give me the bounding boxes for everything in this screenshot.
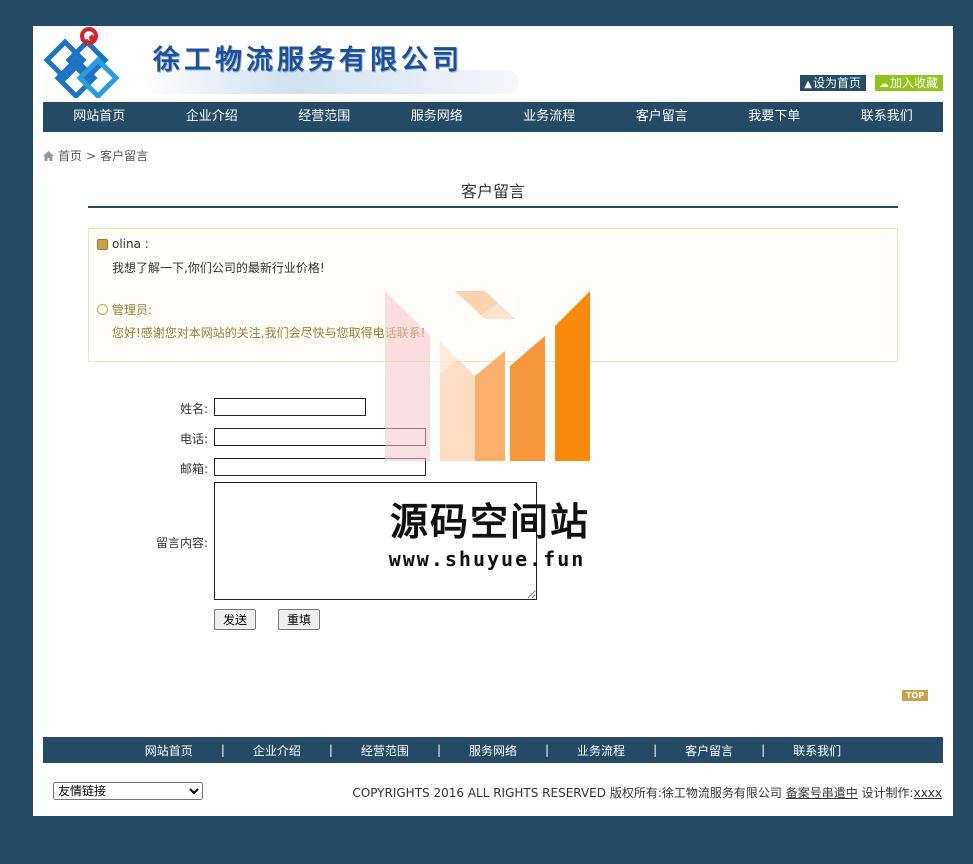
footer-nav-scope[interactable]: 经营范围	[361, 742, 409, 759]
nav-item-process[interactable]: 业务流程	[493, 102, 606, 132]
breadcrumb: 首页 > 客户留言	[43, 147, 148, 164]
admin-badge-icon	[97, 304, 108, 315]
name-input[interactable]	[214, 398, 366, 416]
email-label: 邮箱:	[179, 462, 208, 476]
nav-item-guestbook[interactable]: 客户留言	[606, 102, 719, 132]
footer-nav-process[interactable]: 业务流程	[577, 742, 625, 759]
site-logo[interactable]: 徐工物流服务有限公司	[43, 26, 519, 98]
name-label: 姓名:	[179, 402, 208, 416]
footer-nav: 网站首页 | 企业介绍 | 经营范围 | 服务网络 | 业务流程 | 客户留言 …	[43, 737, 943, 763]
message-admin-name: 管理员:	[112, 303, 153, 317]
phone-label: 电话:	[179, 432, 208, 446]
design-link[interactable]: xxxx	[914, 786, 942, 800]
footer-nav-guestbook[interactable]: 客户留言	[685, 742, 733, 759]
reset-button[interactable]: 重填	[278, 609, 321, 630]
footer-nav-separator: |	[653, 743, 658, 757]
set-home-label: 设为首页	[812, 76, 861, 90]
watermark-title: 源码空间站	[389, 500, 590, 544]
back-to-top-button[interactable]: TOP	[902, 690, 928, 701]
section-title: 客户留言	[88, 178, 898, 208]
set-home-button[interactable]: ▲设为首页	[800, 75, 866, 91]
footer-nav-network[interactable]: 服务网络	[469, 742, 517, 759]
top-links: ▲设为首页 ☁加入收藏	[800, 75, 943, 91]
icp-link[interactable]: 备案号串遣中	[786, 786, 858, 800]
message-user-row: olina :	[97, 237, 149, 251]
nav-item-about[interactable]: 企业介绍	[156, 102, 269, 132]
watermark-url: www.shuyue.fun	[388, 547, 586, 571]
company-name: 徐工物流服务有限公司	[153, 45, 463, 76]
footer-nav-separator: |	[761, 743, 766, 757]
copyright-label: COPYRIGHTS 2016 ALL RIGHTS RESERVED 版权所有…	[352, 786, 782, 800]
breadcrumb-separator: >	[86, 148, 97, 163]
copyright-text: COPYRIGHTS 2016 ALL RIGHTS RESERVED 版权所有…	[352, 784, 942, 801]
footer-nav-home[interactable]: 网站首页	[145, 742, 193, 759]
message-user-content: 我想了解一下,你们公司的最新行业价格!	[112, 261, 325, 275]
nav-item-network[interactable]: 服务网络	[381, 102, 494, 132]
submit-button[interactable]: 发送	[214, 609, 257, 630]
content-label: 留言内容:	[155, 536, 208, 550]
design-label: 设计制作:	[861, 786, 914, 800]
add-favorite-label: 加入收藏	[889, 76, 938, 90]
breadcrumb-home-link[interactable]: 首页	[58, 147, 82, 164]
footer-nav-separator: |	[328, 743, 333, 757]
footer-nav-separator: |	[220, 743, 225, 757]
footer-nav-separator: |	[545, 743, 550, 757]
breadcrumb-home-icon	[43, 150, 54, 161]
message-user-name: olina :	[112, 237, 149, 251]
logo-mark-icon	[43, 27, 120, 98]
message-admin-row: 管理员:	[97, 301, 152, 318]
user-badge-icon	[97, 238, 108, 250]
add-favorite-button[interactable]: ☁加入收藏	[874, 75, 943, 91]
nav-item-order[interactable]: 我要下单	[718, 102, 831, 132]
footer-nav-contact[interactable]: 联系我们	[793, 742, 841, 759]
nav-item-home[interactable]: 网站首页	[43, 102, 156, 132]
nav-item-contact[interactable]: 联系我们	[831, 102, 944, 132]
friend-links-select[interactable]: 友情链接	[53, 782, 203, 800]
footer-nav-about[interactable]: 企业介绍	[253, 742, 301, 759]
nav-item-scope[interactable]: 经营范围	[268, 102, 381, 132]
message-admin-reply: 您好!感谢您对本网站的关注,我们会尽快与您取得电话联系!	[112, 326, 426, 340]
breadcrumb-current[interactable]: 客户留言	[100, 147, 148, 164]
main-nav: 网站首页 企业介绍 经营范围 服务网络 业务流程 客户留言 我要下单 联系我们	[43, 102, 943, 132]
cloud-icon: ☁	[878, 79, 889, 90]
footer-nav-separator: |	[436, 743, 441, 757]
home-icon: ▲	[804, 79, 812, 90]
watermark-logo	[385, 291, 590, 461]
